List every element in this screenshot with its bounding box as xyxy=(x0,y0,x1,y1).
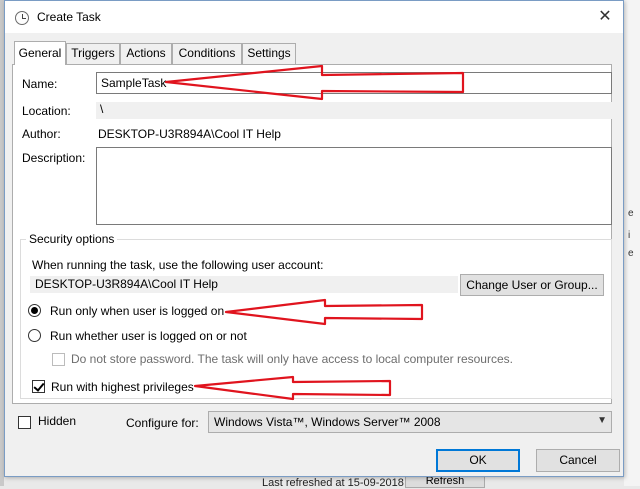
chevron-down-icon: ▼ xyxy=(597,415,607,426)
author-value: DESKTOP-U3R894A\Cool IT Help xyxy=(98,127,281,141)
highest-privileges-checkbox[interactable] xyxy=(32,380,45,393)
background-glyph: i xyxy=(628,230,631,241)
run-logged-on-radio[interactable] xyxy=(28,304,41,317)
description-field[interactable] xyxy=(96,147,612,225)
tab-conditions[interactable]: Conditions xyxy=(172,43,242,64)
close-icon[interactable]: ✕ xyxy=(593,5,617,29)
cancel-button[interactable]: Cancel xyxy=(536,449,620,472)
background-glyph: e xyxy=(628,208,634,219)
title-bar[interactable]: Create Task ✕ xyxy=(5,1,623,33)
configure-for-value: Windows Vista™, Windows Server™ 2008 xyxy=(214,415,441,429)
run-whether-label[interactable]: Run whether user is logged on or not xyxy=(50,329,247,343)
author-label: Author: xyxy=(22,127,61,141)
hidden-checkbox[interactable] xyxy=(18,416,31,429)
tab-general[interactable]: General xyxy=(14,41,66,65)
highest-privileges-label[interactable]: Run with highest privileges xyxy=(51,380,194,394)
tab-actions[interactable]: Actions xyxy=(120,43,172,64)
configure-for-select[interactable]: Windows Vista™, Windows Server™ 2008 ▼ xyxy=(208,411,612,433)
location-label: Location: xyxy=(22,104,71,118)
description-label: Description: xyxy=(22,151,86,165)
run-whether-radio[interactable] xyxy=(28,329,41,342)
change-user-or-group-button[interactable]: Change User or Group... xyxy=(460,274,604,296)
account-prompt: When running the task, use the following… xyxy=(32,258,324,272)
name-field[interactable]: SampleTask xyxy=(96,72,612,94)
security-options-title: Security options xyxy=(26,232,118,246)
name-label: Name: xyxy=(22,77,58,91)
task-scheduler-clock-icon xyxy=(15,11,29,25)
ok-button[interactable]: OK xyxy=(436,449,520,472)
run-logged-on-label[interactable]: Run only when user is logged on xyxy=(50,304,224,318)
do-not-store-password-label: Do not store password. The task will onl… xyxy=(71,352,513,366)
tab-triggers[interactable]: Triggers xyxy=(66,43,120,64)
background-glyph: e xyxy=(628,248,634,259)
location-field: \ xyxy=(96,102,612,119)
background-window-edge-right xyxy=(624,0,640,486)
do-not-store-password-checkbox[interactable] xyxy=(52,353,65,366)
dialog-title: Create Task xyxy=(37,10,101,24)
hidden-label[interactable]: Hidden xyxy=(38,414,76,428)
configure-for-label: Configure for: xyxy=(126,416,199,430)
user-account-field: DESKTOP-U3R894A\Cool IT Help xyxy=(30,276,458,293)
tab-settings[interactable]: Settings xyxy=(242,43,296,64)
